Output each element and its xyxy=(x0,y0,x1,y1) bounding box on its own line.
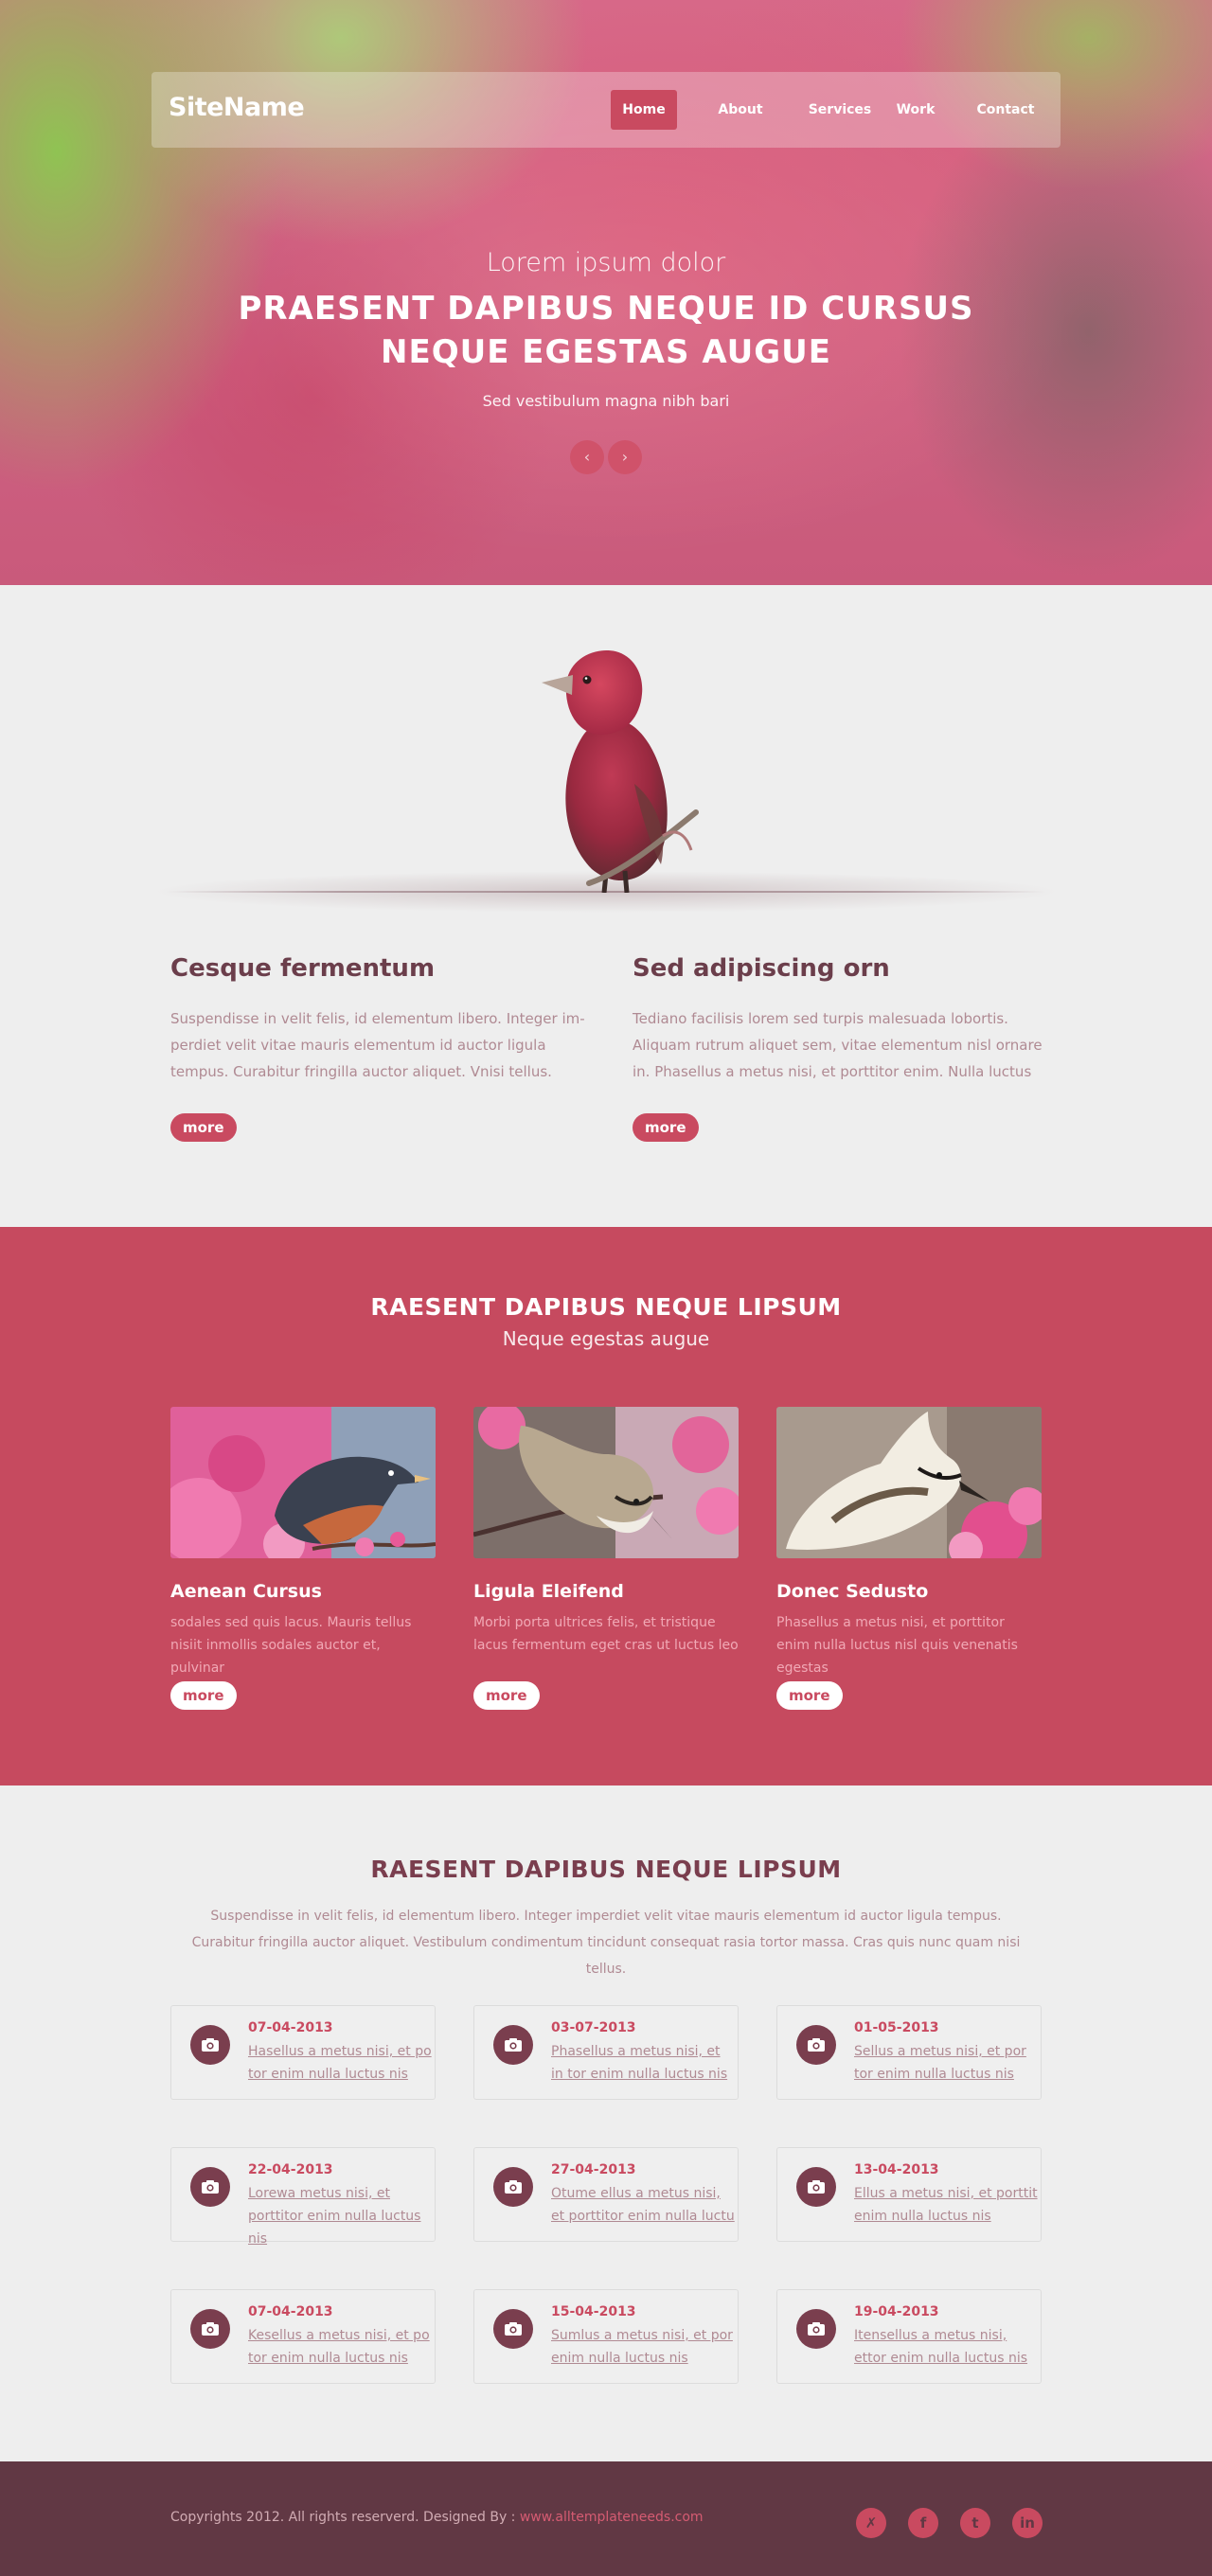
news-date: 03-07-2013 xyxy=(551,2020,636,2035)
bird-photo[interactable] xyxy=(776,1407,1042,1558)
news-date: 27-04-2013 xyxy=(551,2162,636,2177)
news-date: 22-04-2013 xyxy=(248,2162,333,2177)
camera-icon xyxy=(493,2309,533,2349)
news-date: 07-04-2013 xyxy=(248,2304,333,2319)
news-item: 07-04-2013 Hasellus a metus nisi, et po t… xyxy=(170,2005,436,2100)
gallery-card: Aenean Cursus sodales sed quis lacus. Ma… xyxy=(170,1407,436,1710)
news-date: 13-04-2013 xyxy=(854,2162,939,2177)
more-button[interactable]: more xyxy=(633,1113,699,1142)
news-date: 19-04-2013 xyxy=(854,2304,939,2319)
hero-subtitle: Sed vestibulum magna nibh bari xyxy=(482,392,730,410)
camera-icon xyxy=(493,2167,533,2207)
news-date: 15-04-2013 xyxy=(551,2304,636,2319)
camera-icon xyxy=(190,2309,230,2349)
news-link[interactable]: Sumlus a metus nisi, et por enim nulla l… xyxy=(551,2324,736,2370)
nav-item-contact[interactable]: Contact xyxy=(968,90,1043,130)
section-title: RAESENT DAPIBUS NEQUE LIPSUM xyxy=(370,1856,842,1883)
hero-kicker: Lorem ipsum dolor xyxy=(486,248,726,277)
nav-item-about[interactable]: About xyxy=(707,90,774,130)
slider-prev-button[interactable]: ‹ xyxy=(570,440,604,474)
news-item: 22-04-2013 Lorewa metus nisi, et porttito… xyxy=(170,2147,436,2247)
card-text: sodales sed quis lacus. Mauris tellus ni… xyxy=(170,1615,412,1676)
camera-icon xyxy=(493,2025,533,2065)
card-title: Aenean Cursus xyxy=(170,1581,322,1602)
nav-item-work[interactable]: Work xyxy=(887,90,944,130)
more-button[interactable]: more xyxy=(776,1681,843,1710)
feature-section: Cesque fermentum Suspendisse in velit fe… xyxy=(0,585,1212,1227)
slider-next-button[interactable]: › xyxy=(608,440,642,474)
copyright-label: Copyrights 2012. All rights reserverd. D… xyxy=(170,2510,516,2525)
gallery-card: Ligula Eleifend Morbi porta ultrices fel… xyxy=(473,1407,739,1710)
news-item: 27-04-2013 Otume ellus a metus nisi, et p… xyxy=(473,2147,739,2242)
nav-item-services[interactable]: Services xyxy=(802,90,878,130)
feature-column-right: Sed adipiscing orn Tediano facilisis lor… xyxy=(633,954,1049,1142)
section-title: RAESENT DAPIBUS NEQUE LIPSUM xyxy=(370,1293,842,1321)
news-link[interactable]: Otume ellus a metus nisi, et porttitor e… xyxy=(551,2182,736,2228)
main-navbar: SiteName Home About Services Work Contac… xyxy=(152,72,1060,148)
news-link[interactable]: Ellus a metus nisi, et porttit enim null… xyxy=(854,2182,1039,2228)
more-button[interactable]: more xyxy=(170,1113,237,1142)
featured-bird-image xyxy=(492,623,720,894)
news-link[interactable]: Lorewa metus nisi, et porttitor enim nul… xyxy=(248,2182,433,2250)
feature-title: Sed adipiscing orn xyxy=(633,954,890,983)
card-text: Phasellus a metus nisi, et porttitor eni… xyxy=(776,1615,1018,1676)
news-item: 07-04-2013 Kesellus a metus nisi, et po t… xyxy=(170,2289,436,2384)
news-section: RAESENT DAPIBUS NEQUE LIPSUM Suspendisse… xyxy=(0,1785,1212,2461)
news-link[interactable]: Sellus a metus nisi, et por tor enim nul… xyxy=(854,2040,1039,2086)
news-item: 01-05-2013 Sellus a metus nisi, et por to… xyxy=(776,2005,1042,2100)
news-item: 19-04-2013 Itensellus a metus nisi, ettor… xyxy=(776,2289,1042,2384)
bird-photo[interactable] xyxy=(170,1407,436,1558)
camera-icon xyxy=(190,2167,230,2207)
more-button[interactable]: more xyxy=(170,1681,237,1710)
gallery-section: RAESENT DAPIBUS NEQUE LIPSUM Neque egest… xyxy=(0,1227,1212,1785)
camera-icon xyxy=(796,2167,836,2207)
hero-banner: SiteName Home About Services Work Contac… xyxy=(0,0,1212,585)
news-link[interactable]: Phasellus a metus nisi, et in tor enim n… xyxy=(551,2040,736,2086)
hero-title: PRAESENT DAPIBUS NEQUE ID CURSUS NEQUE E… xyxy=(238,290,974,371)
news-item: 03-07-2013 Phasellus a metus nisi, et in … xyxy=(473,2005,739,2100)
designer-link[interactable]: www.alltemplateneeds.com xyxy=(520,2510,704,2525)
copyright-text: Copyrights 2012. All rights reserverd. D… xyxy=(170,2510,704,2525)
camera-icon xyxy=(190,2025,230,2065)
card-title: Ligula Eleifend xyxy=(473,1581,624,1602)
news-link[interactable]: Hasellus a metus nisi, et po tor enim nu… xyxy=(248,2040,433,2086)
nav-menu: Home About Services Work Contact xyxy=(152,72,1060,148)
site-footer: Copyrights 2012. All rights reserverd. D… xyxy=(0,2461,1212,2576)
nav-item-home[interactable]: Home xyxy=(611,90,677,130)
camera-icon xyxy=(796,2025,836,2065)
news-item: 13-04-2013 Ellus a metus nisi, et porttit… xyxy=(776,2147,1042,2242)
person-icon[interactable]: ✗ xyxy=(856,2508,886,2538)
more-button[interactable]: more xyxy=(473,1681,540,1710)
linkedin-icon[interactable]: in xyxy=(1012,2508,1043,2538)
card-text: Morbi porta ultrices felis, et tristique… xyxy=(473,1615,739,1653)
news-link[interactable]: Kesellus a metus nisi, et po tor enim nu… xyxy=(248,2324,433,2370)
facebook-icon[interactable]: f xyxy=(908,2508,938,2538)
news-link[interactable]: Itensellus a metus nisi, ettor enim null… xyxy=(854,2324,1039,2370)
news-item: 15-04-2013 Sumlus a metus nisi, et por en… xyxy=(473,2289,739,2384)
news-date: 01-05-2013 xyxy=(854,2020,939,2035)
feature-text: Suspendisse in velit felis, id elementum… xyxy=(170,1010,585,1080)
gallery-card: Donec Sedusto Phasellus a metus nisi, et… xyxy=(776,1407,1042,1710)
section-intro: Suspendisse in velit felis, id elementum… xyxy=(191,1909,1021,1977)
section-subtitle: Neque egestas augue xyxy=(502,1327,710,1350)
feature-column-left: Cesque fermentum Suspendisse in velit fe… xyxy=(170,954,587,1142)
chevron-right-icon: › xyxy=(621,448,629,466)
card-title: Donec Sedusto xyxy=(776,1581,929,1602)
feature-title: Cesque fermentum xyxy=(170,954,436,983)
camera-icon xyxy=(796,2309,836,2349)
chevron-left-icon: ‹ xyxy=(583,448,591,466)
twitter-icon[interactable]: t xyxy=(960,2508,990,2538)
bird-photo[interactable] xyxy=(473,1407,739,1558)
feature-text: Tediano facilisis lorem sed turpis males… xyxy=(633,1010,1043,1080)
news-date: 07-04-2013 xyxy=(248,2020,333,2035)
